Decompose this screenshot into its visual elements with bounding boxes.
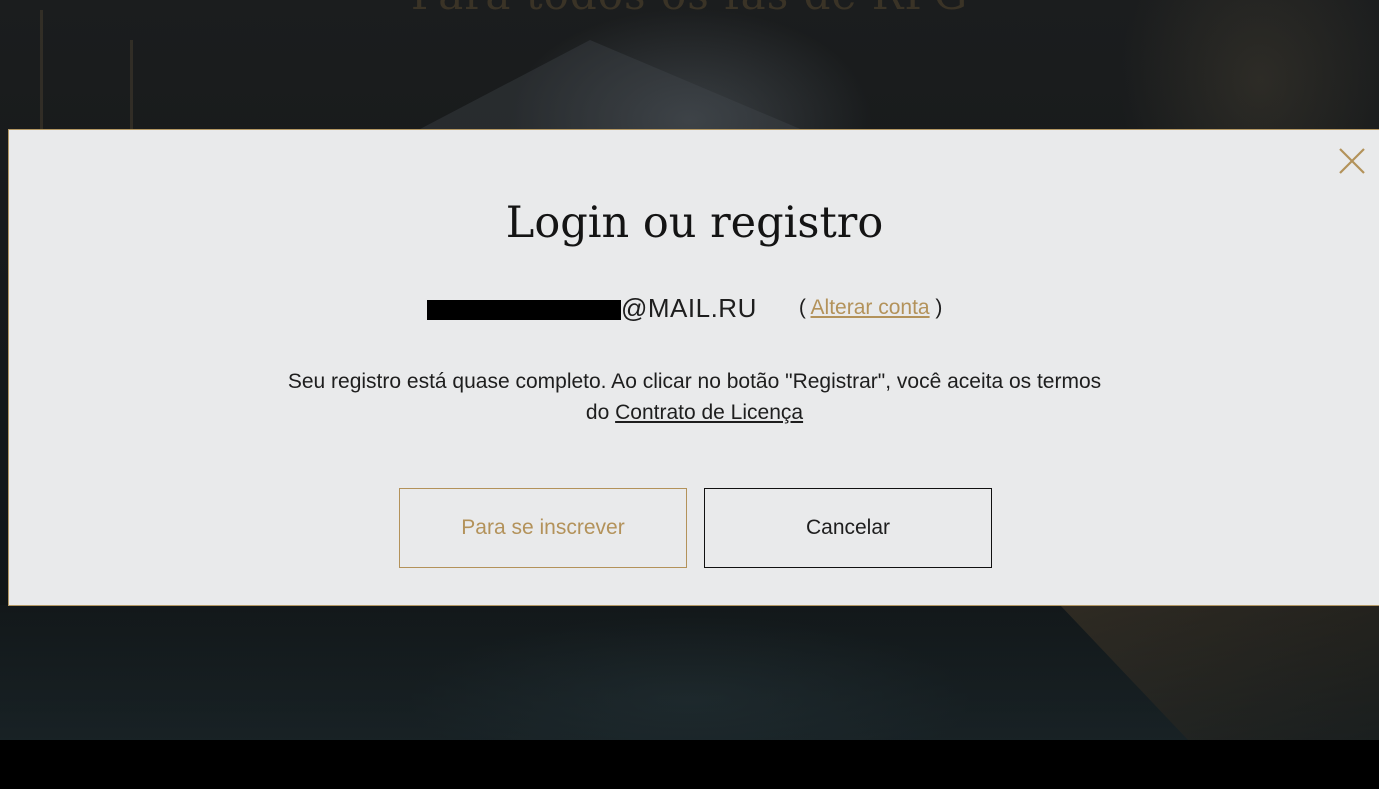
change-account-open-paren: (: [798, 296, 811, 319]
close-icon: [1339, 148, 1365, 174]
registration-message-line2: do Contrato de Licença: [9, 397, 1379, 428]
modal-title: Login ou registro: [505, 198, 884, 248]
change-account-close-paren: ): [929, 296, 943, 319]
background-ship-mast: [40, 10, 43, 130]
bottom-bar: [0, 740, 1379, 789]
cancel-button[interactable]: Cancelar: [704, 488, 992, 568]
account-row: @MAIL.RU ( Alterar conta ): [427, 290, 942, 326]
register-button[interactable]: Para se inscrever: [399, 488, 687, 568]
registration-message-prefix: do: [585, 401, 616, 424]
change-account-wrapper: ( Alterar conta ): [799, 296, 943, 320]
redacted-email-username: [427, 300, 621, 320]
registration-message-line1: Seu registro está quase completo. Ao cli…: [287, 370, 1102, 393]
page: Para todos os fãs de RPG Login ou regist…: [0, 0, 1379, 789]
background-ship-mast: [130, 40, 133, 130]
license-agreement-link[interactable]: Contrato de Licença: [615, 401, 803, 424]
email-domain: @MAIL.RU: [621, 292, 757, 323]
background-headline: Para todos os fãs de RPG: [0, 0, 1379, 19]
login-register-modal: Login ou registro @MAIL.RU ( Alterar con…: [8, 129, 1379, 606]
registration-message: Seu registro está quase completo. Ao cli…: [9, 366, 1379, 428]
close-button[interactable]: [1337, 146, 1367, 176]
change-account-link[interactable]: Alterar conta: [811, 296, 930, 319]
